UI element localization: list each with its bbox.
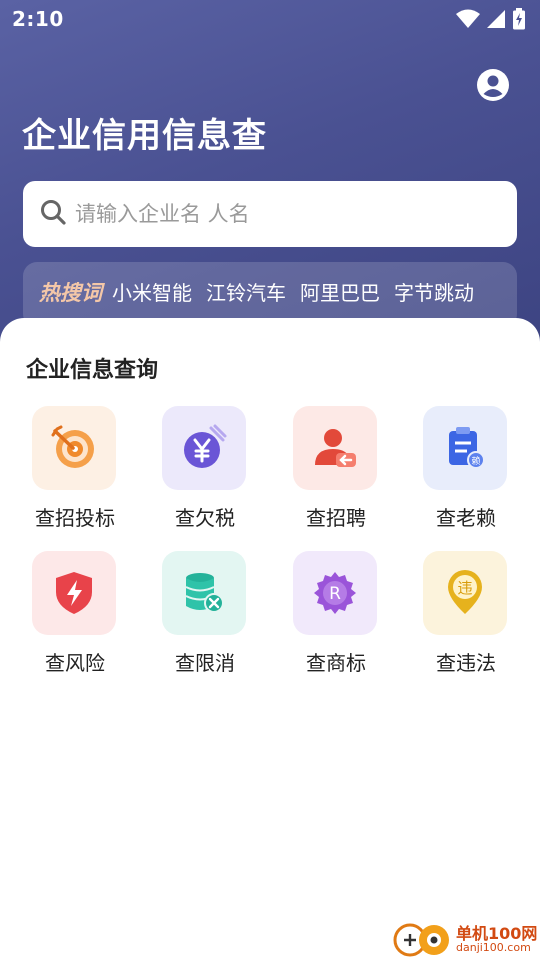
hot-search-item[interactable]: 小米智能 [112,277,192,306]
watermark-logo-icon [390,916,454,960]
feature-label: 查风险 [45,651,105,675]
search-input[interactable] [75,202,475,226]
feature-tile-tax[interactable]: 查欠税 [145,406,265,536]
user-account-icon [476,69,510,106]
feature-tile-bid[interactable]: 查招投标 [15,406,135,536]
svg-text:赖: 赖 [471,456,480,467]
feature-label: 查招聘 [306,506,366,530]
battery-charging-icon [512,8,526,30]
feature-tile-trademark[interactable]: R 查商标 [276,551,396,681]
feature-tile-risk[interactable]: 查风险 [15,551,135,681]
cell-signal-icon [486,9,506,29]
feature-label: 查违法 [436,651,496,675]
feature-label: 查招投标 [35,506,115,530]
status-bar: 2:10 [0,0,540,38]
shield-lightning-icon [32,551,116,635]
feature-panel: 企业信息查询 查招投标 查欠税 查招聘 赖 查老赖 查风险 查限消 R 查商标 … [0,318,540,960]
feature-tile-recruit[interactable]: 查招聘 [276,406,396,536]
feature-label: 查欠税 [175,506,235,530]
search-bar[interactable] [23,181,517,247]
trademark-badge-icon: R [293,551,377,635]
feature-label: 查商标 [306,651,366,675]
target-icon [32,406,116,490]
watermark: 单机100网 danji100.com [388,916,540,960]
user-recruit-icon [293,406,377,490]
watermark-url: danji100.com [456,941,531,954]
hot-search-item[interactable]: 阿里巴巴 [300,277,380,306]
header-background: 2:10 企业信用信息查 热搜词 小米智能 江铃汽车 阿里巴巴 字节跳动 [0,0,540,360]
feature-label: 查老赖 [436,506,496,530]
violation-pin-icon: 违 [423,551,507,635]
hot-search-item[interactable]: 字节跳动 [394,277,474,306]
feature-tile-violation[interactable]: 违 查违法 [406,551,526,681]
clipboard-icon: 赖 [423,406,507,490]
feature-tile-limit[interactable]: 查限消 [145,551,265,681]
profile-button[interactable] [476,68,510,102]
database-limit-icon [162,551,246,635]
section-title: 企业信息查询 [26,358,159,383]
hot-search-item[interactable]: 江铃汽车 [206,277,286,306]
status-icons [456,8,526,30]
search-icon [39,198,67,230]
feature-tile-debtor[interactable]: 赖 查老赖 [406,406,526,536]
wifi-icon [456,9,480,29]
feature-label: 查限消 [175,651,235,675]
hot-search-label: 热搜词 [39,281,102,305]
yen-coin-icon [162,406,246,490]
svg-text:违: 违 [457,579,472,597]
svg-text:R: R [329,584,341,604]
page-title: 企业信用信息查 [22,116,267,156]
status-time: 2:10 [12,7,64,31]
